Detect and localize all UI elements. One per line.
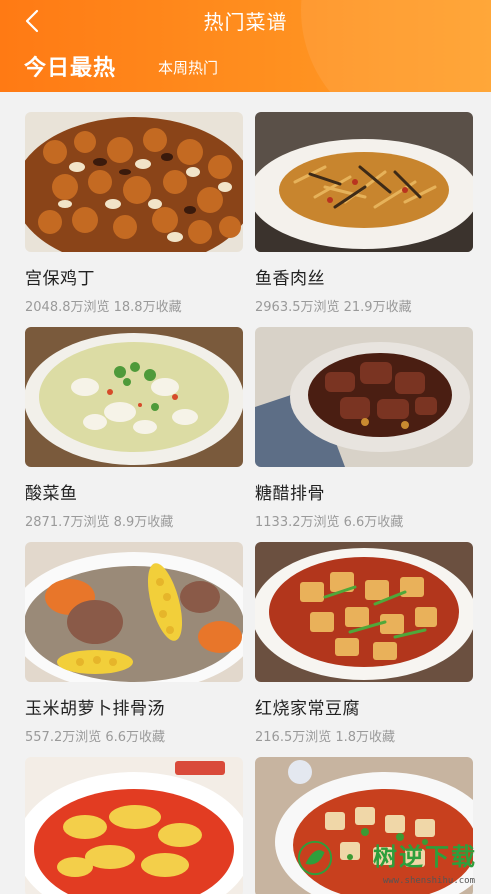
recipe-stats: 216.5万浏览 1.8万收藏 [255, 730, 396, 745]
recipe-card[interactable]: 酸菜鱼 2871.7万浏览 8.9万收藏 [25, 327, 243, 530]
recipe-card[interactable]: 宫保鸡丁 2048.8万浏览 18.8万收藏 [25, 112, 243, 315]
recipe-stats: 1133.2万浏览 6.6万收藏 [255, 515, 404, 530]
recipe-image [255, 112, 473, 252]
leaf-logo-icon [297, 840, 333, 876]
recipe-card[interactable]: 玉米胡萝卜排骨汤 557.2万浏览 6.6万收藏 [25, 542, 243, 745]
tab-today-hot[interactable]: 今日最热 [24, 50, 116, 82]
recipe-stats: 2048.8万浏览 18.8万收藏 [25, 300, 182, 315]
recipe-image [25, 542, 243, 682]
site-watermark: 树逆下载 www.shenshihu.com [296, 833, 481, 888]
watermark-text: 树逆下载 [373, 843, 477, 871]
recipe-name: 酸菜鱼 [25, 484, 78, 504]
recipe-name: 红烧家常豆腐 [255, 699, 360, 719]
recipe-image [25, 757, 243, 894]
recipe-stats: 2963.5万浏览 21.9万收藏 [255, 300, 412, 315]
tab-week-hot[interactable]: 本周热门 [158, 57, 218, 78]
recipe-image [255, 327, 473, 467]
recipe-name: 玉米胡萝卜排骨汤 [25, 699, 165, 719]
recipe-card[interactable] [25, 757, 243, 894]
recipe-stats: 557.2万浏览 6.6万收藏 [25, 730, 166, 745]
page-title: 热门菜谱 [203, 10, 288, 34]
recipe-name: 糖醋排骨 [255, 484, 325, 504]
recipe-card[interactable]: 红烧家常豆腐 216.5万浏览 1.8万收藏 [255, 542, 473, 745]
recipe-image [255, 542, 473, 682]
tab-bar: 今日最热 本周热门 [24, 50, 218, 82]
recipe-image [25, 112, 243, 252]
recipe-image [25, 327, 243, 467]
recipe-card[interactable]: 鱼香肉丝 2963.5万浏览 21.9万收藏 [255, 112, 473, 315]
recipe-stats: 2871.7万浏览 8.9万收藏 [25, 515, 174, 530]
watermark-url: www.shenshihu.com [382, 876, 475, 886]
recipe-name: 鱼香肉丝 [255, 269, 325, 289]
recipe-card[interactable]: 糖醋排骨 1133.2万浏览 6.6万收藏 [255, 327, 473, 530]
app-header: 热门菜谱 今日最热 本周热门 [0, 0, 491, 92]
recipe-name: 宫保鸡丁 [25, 269, 95, 289]
